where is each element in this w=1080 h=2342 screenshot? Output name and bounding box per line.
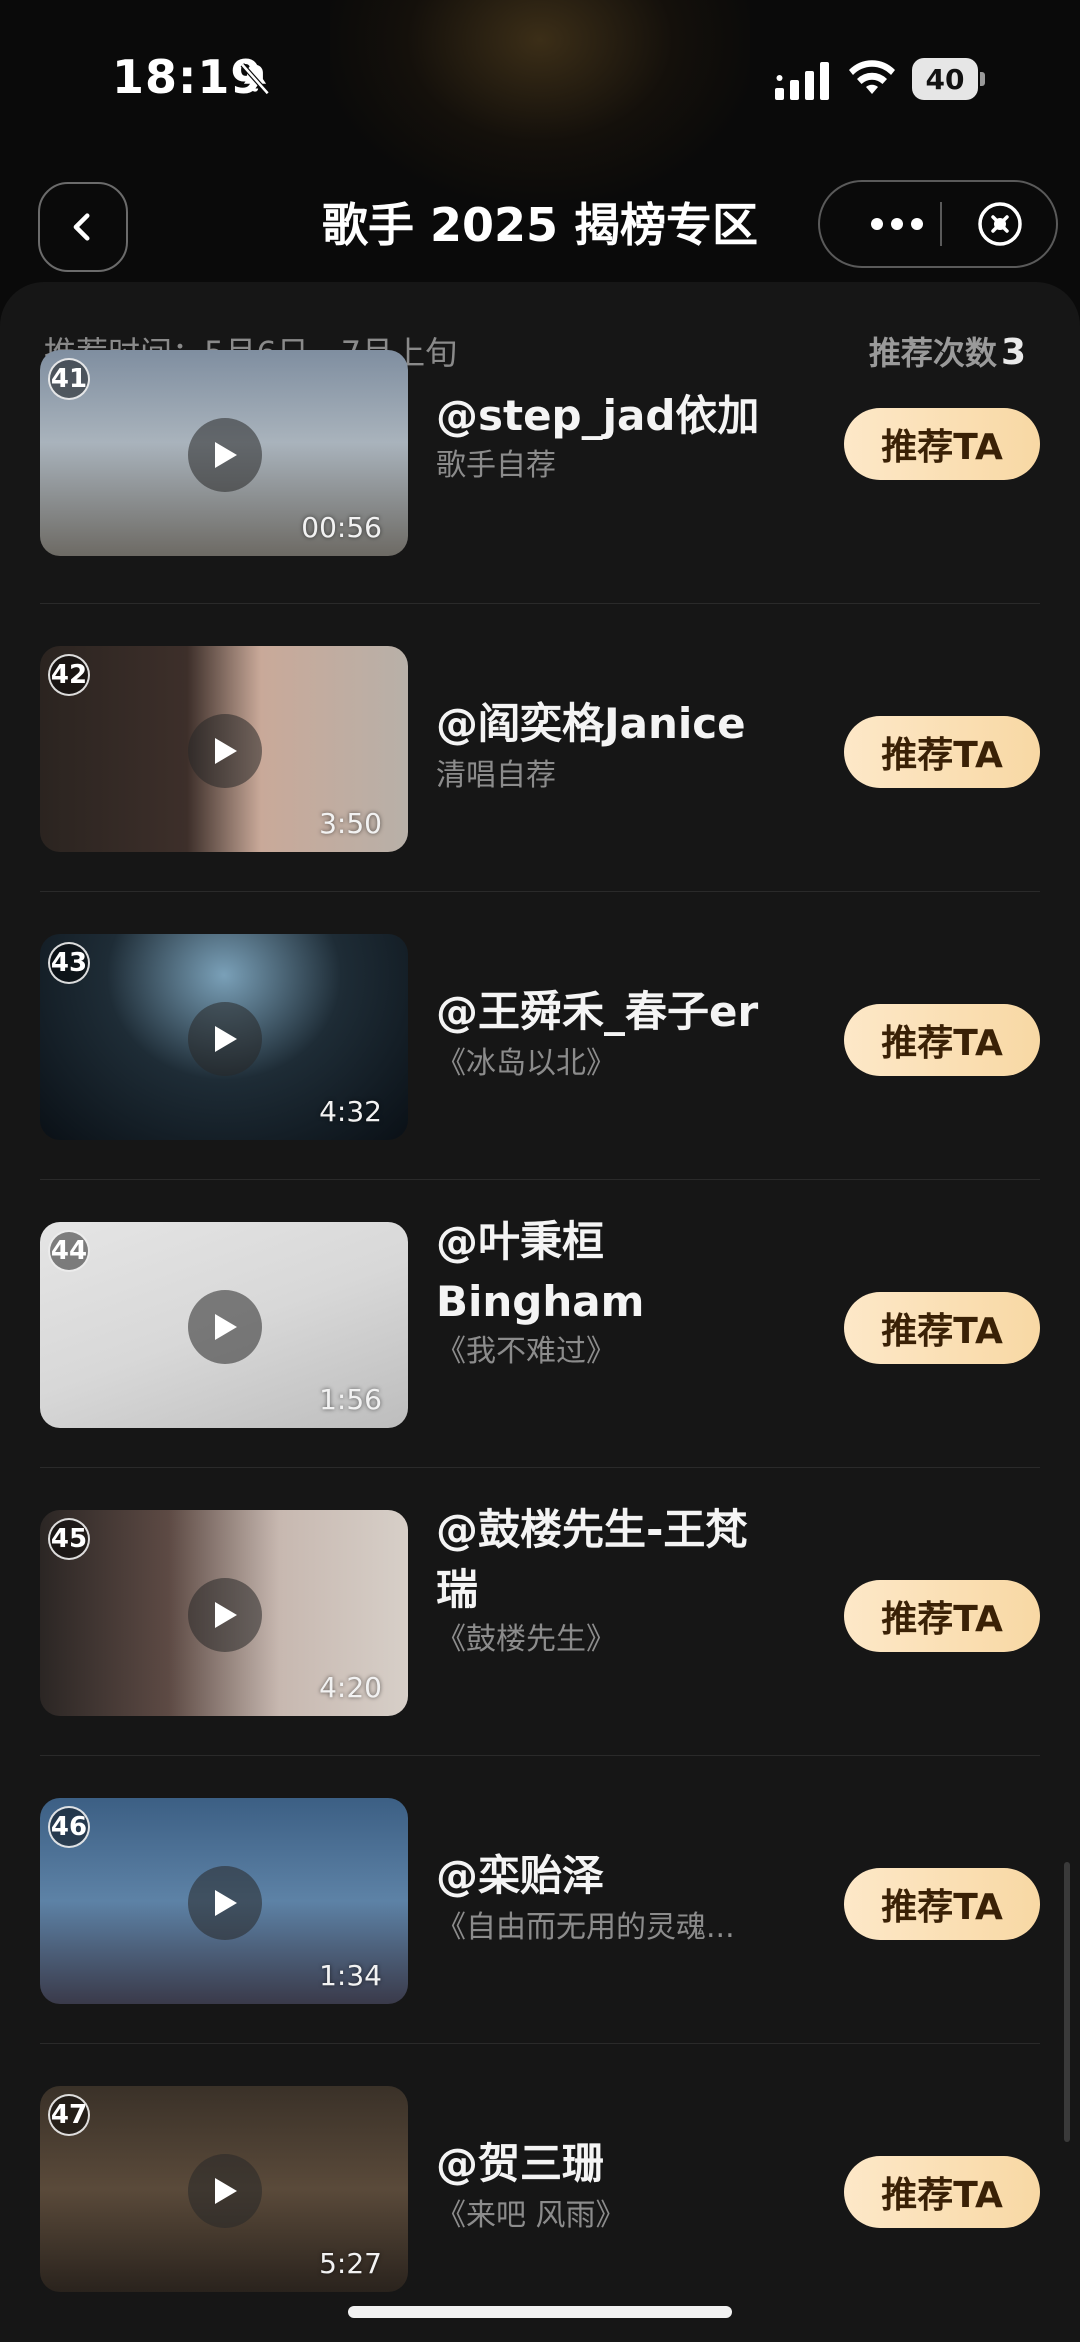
- recommend-button[interactable]: 推荐TA: [844, 1868, 1040, 1940]
- entry-subtitle: 《冰岛以北》: [436, 1046, 616, 1081]
- rank-badge: 43: [48, 942, 90, 984]
- video-thumbnail[interactable]: 42 3:50: [40, 646, 408, 852]
- list-item[interactable]: 47 5:27 @贺三珊 《来吧 风雨》 推荐TA: [0, 2044, 1080, 2332]
- video-duration: 00:56: [301, 511, 382, 544]
- status-bar: 18:19 40: [0, 0, 1080, 160]
- recommend-count: 推荐次数 3: [869, 328, 1026, 378]
- wifi-icon: [849, 60, 895, 94]
- recommend-count-label: 推荐次数: [868, 334, 997, 372]
- video-thumbnail[interactable]: 44 1:56: [40, 1222, 408, 1428]
- battery-level: 40: [912, 58, 978, 100]
- more-button[interactable]: [852, 182, 942, 266]
- video-thumbnail[interactable]: 47 5:27: [40, 2086, 408, 2292]
- play-button[interactable]: [188, 1866, 262, 1940]
- battery-nub: [980, 72, 985, 86]
- list-item[interactable]: 46 1:34 @栾贻泽 《自由而无用的灵魂... 推荐TA: [0, 1756, 1080, 2044]
- recommend-button[interactable]: 推荐TA: [844, 408, 1040, 480]
- list-item[interactable]: 45 4:20 @鼓楼先生-王梵 瑞 《鼓楼先生》 推荐TA: [0, 1468, 1080, 1756]
- video-thumbnail[interactable]: 46 1:34: [40, 1798, 408, 2004]
- entry-subtitle: 歌手自荐: [436, 448, 556, 483]
- video-duration: 4:20: [319, 1671, 382, 1704]
- recommend-count-value: 3: [1000, 332, 1026, 373]
- bell-slash-icon: [240, 63, 270, 95]
- play-icon: [215, 1602, 237, 1628]
- more-dots-icon: [871, 218, 923, 230]
- video-duration: 1:56: [319, 1383, 382, 1416]
- recommend-button[interactable]: 推荐TA: [844, 716, 1040, 788]
- video-duration: 1:34: [319, 1959, 382, 1992]
- battery-icon: 40: [912, 58, 986, 100]
- entry-subtitle: 清唱自荐: [436, 758, 556, 793]
- play-button[interactable]: [188, 1578, 262, 1652]
- rank-badge: 45: [48, 1518, 90, 1560]
- video-duration: 5:27: [319, 2247, 382, 2280]
- scrollbar-thumb[interactable]: [1064, 1862, 1070, 2142]
- recommend-button[interactable]: 推荐TA: [844, 1292, 1040, 1364]
- list-item[interactable]: 44 1:56 @叶秉桓 Bingham 《我不难过》 推荐TA: [0, 1180, 1080, 1468]
- singer-name: @鼓楼先生-王梵 瑞: [436, 1505, 748, 1614]
- ranking-panel: 推荐时间：5月6日—7月上旬 推荐次数3 41 00:56 @step_jad依…: [0, 282, 1080, 2342]
- play-icon: [215, 1314, 237, 1340]
- play-icon: [215, 1890, 237, 1916]
- play-button[interactable]: [188, 2154, 262, 2228]
- video-duration: 3:50: [319, 807, 382, 840]
- rank-badge: 42: [48, 654, 90, 696]
- play-icon: [215, 2178, 237, 2204]
- play-button[interactable]: [188, 418, 262, 492]
- video-thumbnail[interactable]: 41 00:56: [40, 350, 408, 556]
- singer-name: @贺三珊: [436, 2139, 605, 2188]
- play-icon: [215, 442, 237, 468]
- back-button[interactable]: [38, 182, 128, 272]
- home-indicator[interactable]: [348, 2306, 732, 2318]
- cellular-signal-icon: [775, 62, 829, 100]
- list-item[interactable]: 41 00:56 @step_jad依加 歌手自荐 推荐TA: [0, 350, 1080, 604]
- play-button[interactable]: [188, 1002, 262, 1076]
- singer-name: @step_jad依加: [436, 391, 760, 440]
- close-button[interactable]: [942, 182, 1058, 266]
- page-title: 歌手 2025 揭榜专区: [321, 198, 759, 252]
- rank-badge: 46: [48, 1806, 90, 1848]
- recommend-button[interactable]: 推荐TA: [844, 1580, 1040, 1652]
- recommend-button[interactable]: 推荐TA: [844, 2156, 1040, 2228]
- chevron-left-icon: [73, 213, 90, 241]
- list-item[interactable]: 42 3:50 @阎奕格Janice 清唱自荐 推荐TA: [0, 604, 1080, 892]
- list-item[interactable]: 43 4:32 @王舜禾_春子er 《冰岛以北》 推荐TA: [0, 892, 1080, 1180]
- play-button[interactable]: [188, 1290, 262, 1364]
- singer-name: @王舜禾_春子er: [436, 987, 759, 1036]
- rank-badge: 41: [48, 358, 90, 400]
- mini-program-capsule: [818, 180, 1058, 268]
- entry-subtitle: 《我不难过》: [436, 1334, 616, 1369]
- play-button[interactable]: [188, 714, 262, 788]
- close-circle-icon: [978, 202, 1022, 246]
- video-thumbnail[interactable]: 43 4:32: [40, 934, 408, 1140]
- rank-badge: 44: [48, 1230, 90, 1272]
- play-icon: [215, 1026, 237, 1052]
- video-thumbnail[interactable]: 45 4:20: [40, 1510, 408, 1716]
- singer-name: @叶秉桓 Bingham: [436, 1217, 645, 1326]
- recommend-button[interactable]: 推荐TA: [844, 1004, 1040, 1076]
- entry-subtitle: 《鼓楼先生》: [436, 1622, 616, 1657]
- video-duration: 4:32: [319, 1095, 382, 1128]
- play-icon: [215, 738, 237, 764]
- singer-name: @阎奕格Janice: [436, 699, 746, 748]
- singer-name: @栾贻泽: [436, 1851, 605, 1900]
- rank-badge: 47: [48, 2094, 90, 2136]
- entry-subtitle: 《自由而无用的灵魂...: [436, 1910, 735, 1945]
- entry-subtitle: 《来吧 风雨》: [436, 2198, 626, 2233]
